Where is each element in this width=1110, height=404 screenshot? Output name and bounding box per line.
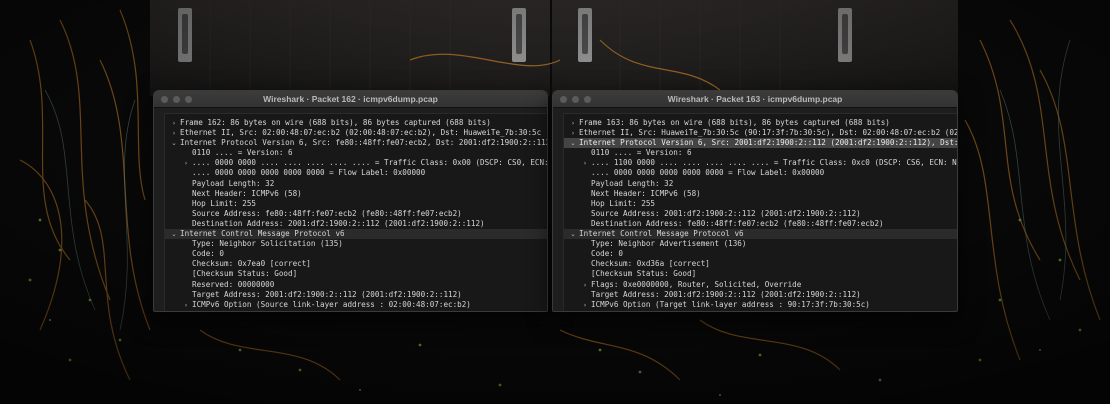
tree-row-label: .... 0000 0000 0000 0000 0000 = Flow Lab… [591,168,825,178]
tree-row[interactable]: Reserved: 00000000 [165,280,547,290]
tree-row-label: Internet Control Message Protocol v6 [579,229,744,239]
tree-row-label: Next Header: ICMPv6 (58) [192,188,302,198]
expand-arrow-icon[interactable]: › [579,158,591,168]
tree-row[interactable]: › ICMPv6 Option (Target link-layer addres… [564,300,957,310]
tree-row[interactable]: Checksum: 0x7ea0 [correct] [165,259,547,269]
tree-row[interactable]: Destination Address: 2001:df2:1900:2::11… [165,219,547,229]
tree-row-label: Frame 162: 86 bytes on wire (688 bits), … [180,118,491,127]
expand-arrow-icon[interactable]: › [579,280,591,290]
tree-row-label: ICMPv6 Option (Target link-layer address… [591,299,870,309]
tree-row[interactable]: ⌄ Internet Control Message Protocol v6 [165,229,547,240]
tree-row-label: Checksum: 0xd36a [correct] [591,259,710,269]
collapse-arrow-icon[interactable]: ⌄ [168,229,180,239]
tree-row[interactable]: › Frame 162: 86 bytes on wire (688 bits),… [165,118,547,128]
expand-arrow-icon[interactable]: › [168,128,180,138]
tree-row-label: Next Header: ICMPv6 (58) [591,188,701,198]
tree-row-label: Type: Neighbor Advertisement (136) [591,239,747,249]
tree-row[interactable]: Source Address: 2001:df2:1900:2::112 (20… [564,209,957,219]
tree-row-label: 0110 .... = Version: 6 [591,148,692,158]
tree-row-label: .... 1100 0000 .... .... .... .... .... … [591,158,957,168]
expand-arrow-icon[interactable]: › [579,300,591,310]
tree-row[interactable]: Payload Length: 32 [564,179,957,189]
tree-row-label: Payload Length: 32 [591,178,674,188]
collapse-arrow-icon[interactable]: ⌄ [168,138,180,148]
tree-row-label: Destination Address: 2001:df2:1900:2::11… [192,218,485,228]
tree-row[interactable]: Hop Limit: 255 [564,199,957,209]
expand-arrow-icon[interactable]: › [567,128,579,138]
tree-row-label: Hop Limit: 255 [591,198,656,208]
tree-row-label: Target Address: 2001:df2:1900:2::112 (20… [591,289,861,299]
tree-row[interactable]: ›.... 1100 0000 .... .... .... .... ....… [564,158,957,168]
collapse-arrow-icon[interactable]: ⌄ [567,138,579,148]
tree-row[interactable]: Hop Limit: 255 [165,199,547,209]
packet-details-pane[interactable]: › Frame 163: 86 bytes on wire (688 bits),… [563,113,957,311]
tree-row-label: Internet Protocol Version 6, Src: 2001:d… [579,138,957,148]
tree-row[interactable]: Target Address: 2001:df2:1900:2::112 (20… [165,290,547,300]
tree-row[interactable]: ›.... 0000 0000 .... .... .... .... ....… [165,158,547,168]
tree-row[interactable]: 0110 .... = Version: 6 [564,148,957,158]
tree-row[interactable]: Next Header: ICMPv6 (58) [165,189,547,199]
tree-row-label: Source Address: fe80::48ff:fe07:ecb2 (fe… [192,208,462,218]
title-bar[interactable]: Wireshark · Packet 163 · icmpv6dump.pcap [553,91,957,108]
tree-row[interactable]: › Frame 163: 86 bytes on wire (688 bits),… [564,118,957,128]
tree-row[interactable]: › Ethernet II, Src: HuaweiTe_7b:30:5c (90… [564,128,957,138]
window-title: Wireshark · Packet 163 · icmpv6dump.pcap [667,94,843,104]
packet-details-pane[interactable]: › Frame 162: 86 bytes on wire (688 bits),… [164,113,547,311]
packet-tree: › Frame 162: 86 bytes on wire (688 bits),… [165,114,547,310]
title-bar[interactable]: Wireshark · Packet 162 · icmpv6dump.pcap [154,91,547,108]
tree-row[interactable]: .... 0000 0000 0000 0000 0000 = Flow Lab… [564,168,957,178]
tree-row-label: Checksum: 0x7ea0 [correct] [192,259,311,269]
tree-row[interactable]: Checksum: 0xd36a [correct] [564,259,957,269]
tree-row-label: Code: 0 [591,249,624,259]
packet-tree: › Frame 163: 86 bytes on wire (688 bits),… [564,114,957,310]
collapse-arrow-icon[interactable]: ⌄ [567,229,579,239]
wireshark-window-packet-162: Wireshark · Packet 162 · icmpv6dump.pcap… [153,90,548,312]
tree-row-label: Internet Control Message Protocol v6 [180,229,345,239]
tree-row[interactable]: Type: Neighbor Solicitation (135) [165,239,547,249]
tree-row[interactable]: Type: Neighbor Advertisement (136) [564,239,957,249]
tree-row[interactable]: [Checksum Status: Good] [165,269,547,279]
tree-row[interactable]: › ICMPv6 Option (Source link-layer addres… [165,300,547,310]
tree-row-label: Frame 163: 86 bytes on wire (688 bits), … [579,118,890,127]
tree-row[interactable]: › Ethernet II, Src: 02:00:48:07:ec:b2 (02… [165,128,547,138]
tree-row-label: Type: Neighbor Solicitation (135) [192,239,343,249]
expand-arrow-icon[interactable]: › [180,158,192,168]
tree-row[interactable]: ⌄ Internet Protocol Version 6, Src: 2001:… [564,138,957,149]
tree-row[interactable]: Target Address: 2001:df2:1900:2::112 (20… [564,290,957,300]
tree-row[interactable]: › Flags: 0xe0000000, Router, Solicited, O… [564,280,957,290]
expand-arrow-icon[interactable]: › [168,118,180,128]
tree-row[interactable]: [Checksum Status: Good] [564,269,957,279]
expand-arrow-icon[interactable]: › [180,300,192,310]
tree-row-label: Target Address: 2001:df2:1900:2::112 (20… [192,289,462,299]
tree-row-label: Internet Protocol Version 6, Src: fe80::… [180,138,547,148]
tree-row[interactable]: 0110 .... = Version: 6 [165,148,547,158]
tree-row-label: Ethernet II, Src: 02:00:48:07:ec:b2 (02:… [180,128,547,138]
tree-row[interactable]: ⌄ Internet Protocol Version 6, Src: fe80:… [165,138,547,148]
tree-row-label: Reserved: 00000000 [192,279,275,289]
tree-row[interactable]: Next Header: ICMPv6 (58) [564,189,957,199]
wireshark-window-packet-163: Wireshark · Packet 163 · icmpv6dump.pcap… [552,90,958,312]
tree-row-label: Payload Length: 32 [192,178,275,188]
tree-row-label: 0110 .... = Version: 6 [192,148,293,158]
tree-row-label: .... 0000 0000 0000 0000 0000 = Flow Lab… [192,168,426,178]
window-title: Wireshark · Packet 162 · icmpv6dump.pcap [263,94,438,104]
tree-row-label: Source Address: 2001:df2:1900:2::112 (20… [591,208,861,218]
tree-row-label: [Checksum Status: Good] [192,269,298,279]
tree-row-label: Hop Limit: 255 [192,198,257,208]
tree-row-label: Code: 0 [192,249,225,259]
tree-row[interactable]: Destination Address: fe80::48ff:fe07:ecb… [564,219,957,229]
tree-row-label: ICMPv6 Option (Source link-layer address… [192,299,471,309]
tree-row-label: Ethernet II, Src: HuaweiTe_7b:30:5c (90:… [579,128,957,138]
tree-row-label: [Checksum Status: Good] [591,269,697,279]
tree-row-label: Destination Address: fe80::48ff:fe07:ecb… [591,218,884,228]
tree-row[interactable]: ⌄ Internet Control Message Protocol v6 [564,229,957,240]
tree-row[interactable]: Payload Length: 32 [165,179,547,189]
tree-row[interactable]: Source Address: fe80::48ff:fe07:ecb2 (fe… [165,209,547,219]
tree-row[interactable]: .... 0000 0000 0000 0000 0000 = Flow Lab… [165,168,547,178]
tree-row-label: Flags: 0xe0000000, Router, Solicited, Ov… [591,279,802,289]
tree-row[interactable]: Code: 0 [564,249,957,259]
expand-arrow-icon[interactable]: › [567,118,579,128]
tree-row-label: .... 0000 0000 .... .... .... .... .... … [192,158,547,168]
tree-row[interactable]: Code: 0 [165,249,547,259]
